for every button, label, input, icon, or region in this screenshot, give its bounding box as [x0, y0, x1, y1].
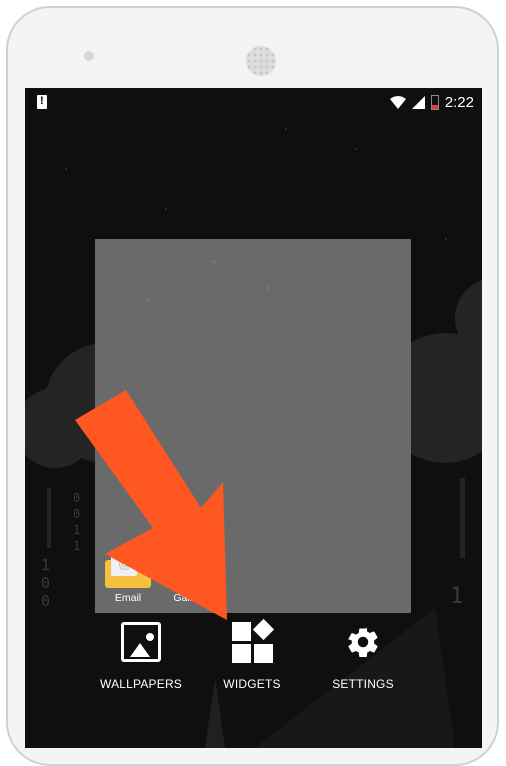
alert-icon — [37, 95, 47, 109]
wallpaper-star — [285, 128, 287, 130]
battery-low-icon — [430, 94, 439, 110]
signal-icon — [411, 95, 425, 109]
home-screen-preview[interactable]: Email Gallery — [95, 239, 411, 613]
front-camera — [84, 51, 94, 61]
wallpaper-binary: 1 0 0 — [41, 556, 51, 610]
wallpaper-star — [445, 238, 447, 240]
app-email[interactable]: Email — [100, 554, 156, 604]
overview-options: WALLPAPERS WIDGETS SETTINGS — [25, 618, 482, 700]
wallpaper-trunk — [47, 488, 51, 548]
widgets-button[interactable]: WIDGETS — [192, 618, 312, 691]
wallpaper-star — [213, 261, 215, 263]
wallpaper-star — [267, 287, 269, 289]
status-time: 2:22 — [444, 93, 474, 111]
screen: 1 0 0 0 0 1 1 1 2:22 Email Galler — [25, 88, 482, 748]
wallpaper-icon — [121, 622, 161, 662]
app-label: Email — [114, 592, 142, 604]
gallery-icon — [173, 560, 209, 588]
wallpapers-button[interactable]: WALLPAPERS — [81, 620, 201, 691]
settings-button[interactable]: SETTINGS — [303, 620, 423, 691]
wallpapers-label: WALLPAPERS — [99, 677, 183, 691]
status-icons: 2:22 — [389, 92, 474, 112]
wallpaper-star — [165, 208, 167, 210]
status-bar: 2:22 — [25, 88, 482, 114]
wallpaper-star — [147, 299, 149, 301]
settings-label: SETTINGS — [332, 677, 394, 691]
email-icon — [105, 554, 151, 588]
app-gallery[interactable]: Gallery — [162, 556, 218, 604]
wallpaper-binary: 1 — [450, 584, 464, 609]
widgets-icon — [230, 618, 275, 664]
app-label: Gallery — [173, 592, 207, 604]
gear-icon — [348, 627, 378, 658]
wifi-icon — [389, 95, 406, 109]
wallpaper-binary: 0 0 1 1 — [73, 491, 81, 553]
widgets-label: WIDGETS — [223, 677, 281, 691]
wallpaper-star — [355, 148, 357, 150]
earpiece-speaker — [246, 46, 276, 76]
wallpaper-star — [65, 168, 67, 170]
wallpaper-trunk — [460, 478, 465, 558]
